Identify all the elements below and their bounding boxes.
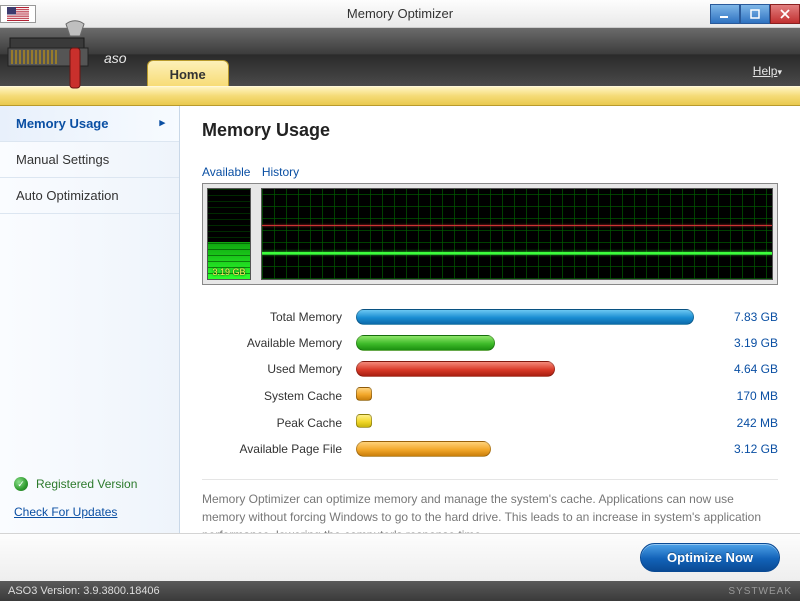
sidebar: Memory Usage Manual Settings Auto Optimi…: [0, 106, 180, 533]
ribbon-strip: [0, 86, 800, 106]
stat-bar-system-cache: [356, 387, 694, 404]
close-button[interactable]: [770, 4, 800, 24]
graph-tab-history[interactable]: History: [262, 165, 299, 179]
graph-tab-available[interactable]: Available: [202, 165, 250, 179]
sidebar-item-manual-settings[interactable]: Manual Settings: [0, 142, 179, 178]
stat-value: 4.64 GB: [708, 362, 778, 376]
version-label: ASO3 Version: 3.9.3800.18406: [8, 585, 160, 597]
tab-home[interactable]: Home: [147, 60, 229, 86]
tab-bar: Home: [147, 28, 229, 86]
stat-label: Peak Cache: [202, 416, 342, 430]
content-pane: Memory Usage Available History 3.19 GB T…: [180, 106, 800, 533]
window-controls: [710, 4, 800, 24]
registered-label: Registered Version: [36, 477, 137, 491]
stat-value: 3.12 GB: [708, 442, 778, 456]
sidebar-item-label: Manual Settings: [16, 152, 109, 167]
stat-label: Available Memory: [202, 336, 342, 350]
sidebar-item-memory-usage[interactable]: Memory Usage: [0, 106, 179, 142]
sidebar-item-label: Auto Optimization: [16, 188, 119, 203]
toolbar: aso Home Help: [0, 28, 800, 86]
stat-bar-available: [356, 335, 694, 351]
help-menu[interactable]: Help: [753, 64, 782, 78]
main-area: Memory Usage Manual Settings Auto Optimi…: [0, 106, 800, 533]
meter-value-label: 3.19 GB: [208, 267, 250, 277]
description-text: Memory Optimizer can optimize memory and…: [202, 479, 778, 533]
page-title: Memory Usage: [202, 120, 778, 141]
available-memory-meter: 3.19 GB: [207, 188, 251, 280]
stat-label: Total Memory: [202, 310, 342, 324]
minimize-button[interactable]: [710, 4, 740, 24]
history-graph: [261, 188, 773, 280]
checkmark-icon: ✓: [14, 477, 28, 491]
app-logo-icon: [6, 20, 100, 92]
stat-value: 3.19 GB: [708, 336, 778, 350]
stat-label: Available Page File: [202, 442, 342, 456]
stat-bar-used: [356, 361, 694, 377]
stat-value: 242 MB: [708, 416, 778, 430]
title-bar: Memory Optimizer: [0, 0, 800, 28]
stat-value: 7.83 GB: [708, 310, 778, 324]
brand-label: aso: [104, 50, 127, 66]
stat-label: System Cache: [202, 389, 342, 403]
footer-bar: Optimize Now: [0, 533, 800, 581]
watermark-label: SYSTWEAK: [728, 586, 792, 597]
check-for-updates-link[interactable]: Check For Updates: [0, 499, 179, 533]
sidebar-item-label: Memory Usage: [16, 116, 108, 131]
registered-status: ✓ Registered Version: [0, 469, 179, 499]
stat-value: 170 MB: [708, 389, 778, 403]
graph-tabs: Available History: [202, 165, 778, 179]
stat-bar-page-file: [356, 441, 694, 457]
stat-label: Used Memory: [202, 362, 342, 376]
optimize-now-button[interactable]: Optimize Now: [640, 543, 780, 572]
window-title: Memory Optimizer: [347, 6, 453, 21]
stat-bar-total: [356, 309, 694, 325]
stat-bar-peak-cache: [356, 414, 694, 431]
memory-stats-table: Total Memory 7.83 GB Available Memory 3.…: [202, 309, 778, 457]
status-bar: ASO3 Version: 3.9.3800.18406 SYSTWEAK: [0, 581, 800, 601]
maximize-button[interactable]: [740, 4, 770, 24]
graph-panel: 3.19 GB: [202, 183, 778, 285]
sidebar-item-auto-optimization[interactable]: Auto Optimization: [0, 178, 179, 214]
